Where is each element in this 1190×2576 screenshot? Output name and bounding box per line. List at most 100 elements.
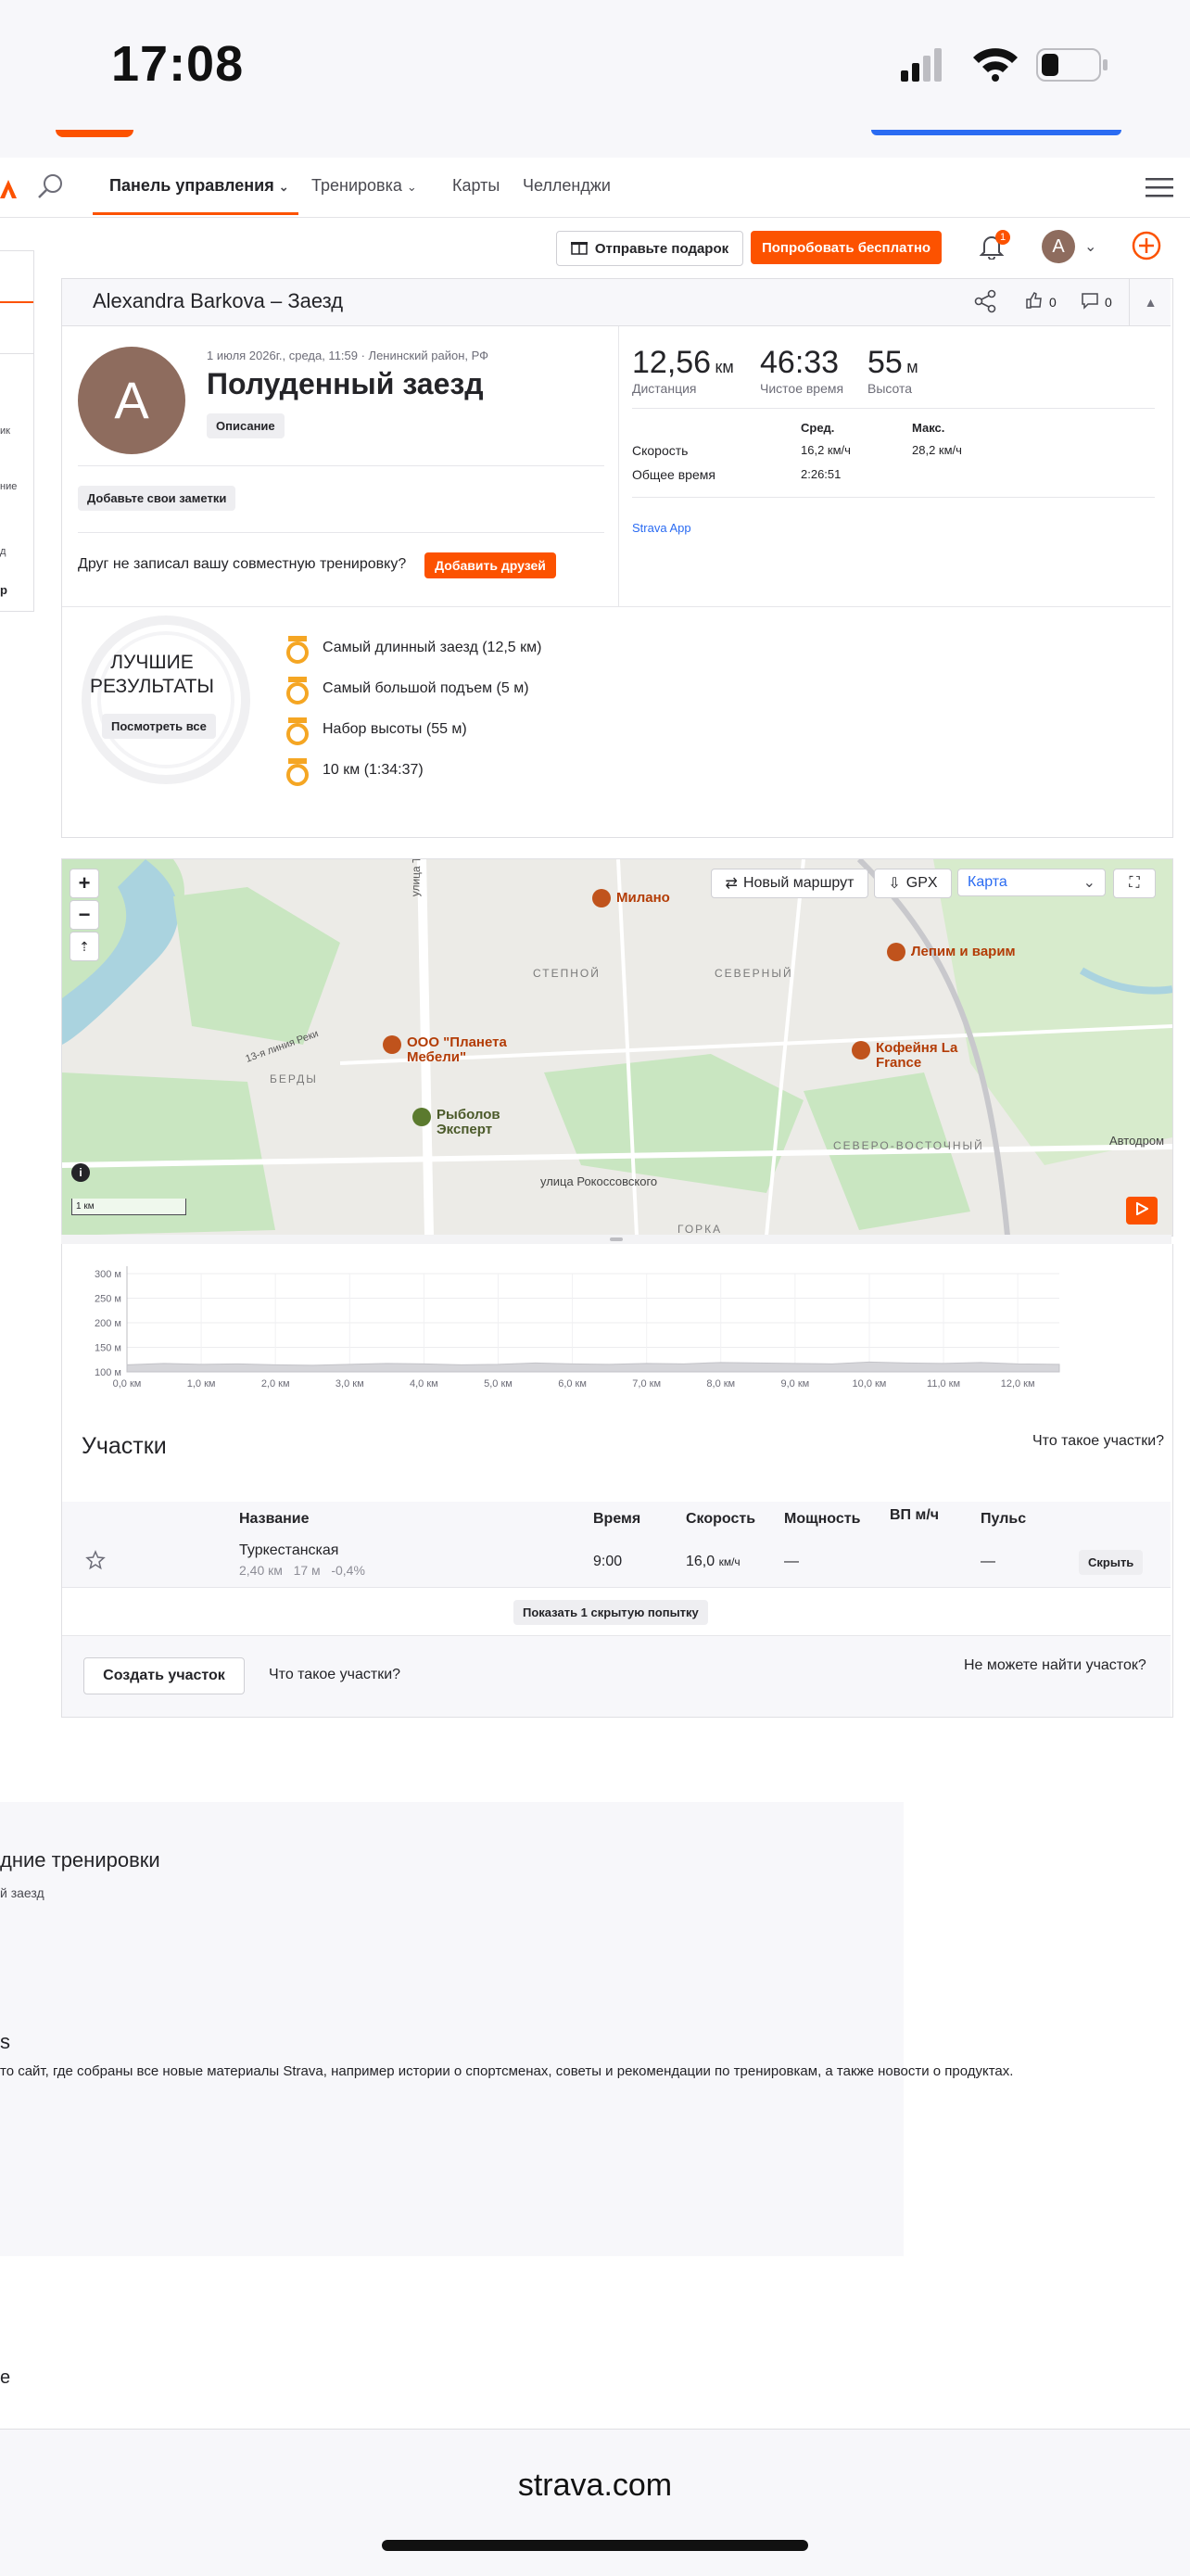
- gpx-download-button[interactable]: ⇩ GPX: [874, 869, 952, 898]
- kudos-button[interactable]: 0: [1025, 291, 1057, 312]
- stat-moving-time: 46:33 Чистое время: [760, 345, 844, 396]
- poi-marker[interactable]: Рыболов Эксперт: [412, 1108, 520, 1137]
- send-gift-button[interactable]: Отправьте подарок: [556, 231, 743, 266]
- nav-item-training[interactable]: Тренировка ⌄: [311, 176, 417, 196]
- stat-elevation: 55 м Высота: [867, 345, 918, 396]
- poi-marker[interactable]: Кофейня La France: [852, 1041, 978, 1071]
- poi-marker[interactable]: ООО "Планета Мебели": [383, 1035, 527, 1065]
- add-notes-button[interactable]: Добавьте свои заметки: [78, 486, 236, 511]
- x-tick-label: 12,0 км: [1001, 1378, 1035, 1390]
- elevation-chart[interactable]: 300 м 250 м 200 м 150 м 100 м0,0 км 1,0 км 2,0…: [62, 1244, 1172, 1398]
- comments-button[interactable]: 0: [1081, 291, 1112, 312]
- stat-distance: 12,56 км Дистанция: [632, 345, 734, 396]
- achievement-item[interactable]: Самый длинный заезд (12,5 км): [323, 640, 541, 656]
- zoom-in-button[interactable]: +: [70, 869, 99, 898]
- what-are-segments-link[interactable]: Что такое участки?: [1032, 1433, 1164, 1450]
- recent-activity-item[interactable]: й заезд: [0, 1885, 44, 1900]
- hamburger-menu-icon[interactable]: [1146, 176, 1173, 203]
- stats-row-label: Скорость: [632, 443, 689, 458]
- achievement-item[interactable]: Самый большой подъем (5 м): [323, 680, 529, 697]
- zoom-out-button[interactable]: −: [70, 900, 99, 930]
- col-power[interactable]: Мощность: [784, 1511, 860, 1528]
- x-tick-label: 3,0 км: [335, 1378, 364, 1390]
- district-label: БЕРДЫ: [270, 1072, 318, 1085]
- play-flyover-button[interactable]: [1126, 1197, 1158, 1225]
- divider: [62, 606, 1171, 607]
- segments-title: Участки: [82, 1433, 167, 1459]
- achievement-item[interactable]: 10 км (1:34:37): [323, 762, 424, 779]
- create-segment-button[interactable]: Создать участок: [83, 1657, 245, 1694]
- col-vam[interactable]: ВП м/ч: [890, 1507, 939, 1524]
- see-all-button[interactable]: Посмотреть все: [102, 714, 216, 739]
- nav-item-dashboard[interactable]: Панель управления ⌄: [109, 176, 289, 196]
- athlete-avatar[interactable]: A: [78, 347, 185, 454]
- poi-marker[interactable]: Милано: [592, 889, 670, 907]
- info-icon[interactable]: i: [71, 1163, 90, 1182]
- what-are-segments-link-2[interactable]: Что такое участки?: [269, 1667, 400, 1683]
- share-icon[interactable]: [973, 289, 997, 318]
- try-free-button[interactable]: Попробовать бесплатно: [751, 231, 942, 264]
- segment-name-link[interactable]: Туркестанская: [239, 1542, 338, 1559]
- x-tick-label: 0,0 км: [113, 1378, 142, 1390]
- chevron-down-icon[interactable]: ⌄: [1084, 237, 1096, 256]
- comment-icon: [1081, 291, 1099, 312]
- col-name[interactable]: Название: [239, 1511, 310, 1528]
- district-label: СЕВЕРО-ВОСТОЧНЫЙ: [833, 1139, 984, 1152]
- nav-item-challenges[interactable]: Челленджи: [523, 176, 611, 196]
- user-avatar[interactable]: A: [1042, 230, 1075, 263]
- thumbs-up-icon: [1025, 291, 1044, 312]
- route-map[interactable]: + − ⇡ ⇄ Новый маршрут ⇩ GPX Карта ⌄ ⛶ Милан…: [61, 858, 1173, 1237]
- district-label: ГОРКА: [677, 1223, 723, 1236]
- collapse-card-button[interactable]: ▲: [1129, 279, 1171, 325]
- fishing-shop-icon: [412, 1108, 431, 1126]
- add-plus-icon[interactable]: [1131, 230, 1162, 266]
- col-heart-rate[interactable]: Пульс: [981, 1511, 1026, 1528]
- add-friends-button[interactable]: Добавить друзей: [424, 552, 556, 578]
- divider: [632, 408, 1155, 409]
- col-speed[interactable]: Скорость: [686, 1511, 755, 1528]
- medal-icon: [285, 677, 310, 709]
- restaurant-icon: [887, 943, 905, 961]
- district-label: СЕВЕРНЫЙ: [715, 967, 793, 980]
- chevron-down-icon: ⌄: [406, 180, 417, 194]
- browser-tab-strip: [0, 130, 1190, 159]
- stats-header-avg: Сред.: [801, 421, 835, 435]
- map-scale: 1 км: [71, 1199, 186, 1215]
- x-tick-label: 6,0 км: [558, 1378, 587, 1390]
- x-tick-label: 4,0 км: [410, 1378, 438, 1390]
- divider: [78, 532, 604, 533]
- fullscreen-button[interactable]: ⛶: [1113, 869, 1156, 898]
- device-link[interactable]: Strava App: [632, 521, 691, 535]
- chevron-down-icon: ⌄: [278, 180, 289, 194]
- show-hidden-efforts-button[interactable]: Показать 1 скрытую попытку: [513, 1600, 708, 1625]
- x-tick-label: 5,0 км: [484, 1378, 513, 1390]
- x-tick-label: 10,0 км: [853, 1378, 887, 1390]
- x-tick-label: 11,0 км: [927, 1378, 960, 1390]
- stories-description: то сайт, где собраны все новые материалы…: [0, 2063, 1014, 2079]
- cant-find-segment-link[interactable]: Не можете найти участок?: [964, 1657, 1146, 1674]
- street-label: Автодром: [1109, 1134, 1165, 1148]
- recent-activities-title: дние тренировки: [0, 1848, 160, 1872]
- col-time[interactable]: Время: [593, 1511, 640, 1528]
- url-text[interactable]: strava.com: [0, 2468, 1190, 2504]
- new-route-button[interactable]: ⇄ Новый маршрут: [711, 869, 868, 898]
- elevation-chart-panel: 300 м 250 м 200 м 150 м 100 м 0,0 км 1,0 км 2,0…: [61, 1244, 1173, 1398]
- strava-logo-icon[interactable]: [0, 174, 17, 203]
- achievement-item[interactable]: Набор высоты (55 м): [323, 721, 467, 738]
- star-icon[interactable]: [85, 1550, 106, 1575]
- nav-item-maps[interactable]: Карты: [452, 176, 500, 196]
- compass-icon[interactable]: ⇡: [70, 932, 99, 961]
- medal-icon: [285, 717, 310, 750]
- hide-segment-button[interactable]: Скрыть: [1079, 1550, 1144, 1575]
- column-divider: [618, 326, 619, 606]
- y-tick-label: 250 м: [95, 1294, 121, 1305]
- map-type-select[interactable]: Карта ⌄: [957, 869, 1106, 896]
- search-icon[interactable]: [37, 172, 65, 205]
- street-label: улица Тер: [409, 858, 424, 897]
- left-sidebar-fragment: ик ние д р: [0, 250, 34, 612]
- description-tag[interactable]: Описание: [207, 413, 285, 438]
- divider: [632, 497, 1155, 498]
- wifi-icon: [971, 44, 1019, 86]
- poi-marker[interactable]: Лепим и варим: [887, 943, 1016, 961]
- map-resize-handle[interactable]: [61, 1235, 1171, 1244]
